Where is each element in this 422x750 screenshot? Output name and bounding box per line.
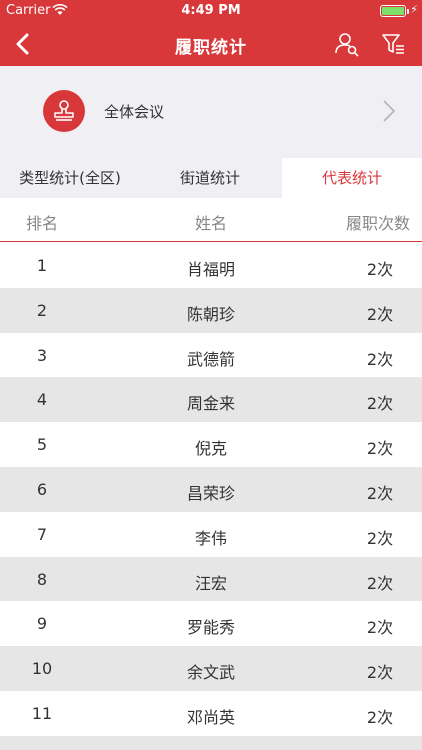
table-row[interactable]: 4 周金来 2次: [0, 377, 422, 423]
table-row[interactable]: 10 余文武 2次: [0, 646, 422, 691]
tab-street-stats[interactable]: 街道统计: [140, 158, 280, 198]
row-count: 2次: [366, 439, 394, 459]
table-row[interactable]: 11 邓尚英 2次: [0, 691, 422, 736]
tab-type-stats[interactable]: 类型统计(全区): [0, 158, 140, 198]
table-row[interactable]: 2 陈朝珍 2次: [0, 287, 422, 333]
row-count: 2次: [366, 618, 394, 638]
status-time: 4:49 PM: [181, 3, 241, 18]
table-header: 排名 姓名 履职次数: [0, 198, 422, 242]
stamp-icon: [43, 90, 85, 132]
row-count: 2次: [366, 260, 394, 279]
row-count: 2次: [366, 304, 394, 324]
row-count: 2次: [366, 394, 394, 414]
meeting-label: 全体会议: [104, 103, 165, 121]
table-row[interactable]: 9 罗能秀 2次: [0, 601, 422, 646]
table-row[interactable]: [0, 735, 422, 750]
battery-icon: [380, 5, 409, 17]
row-count: 2次: [366, 573, 394, 593]
header-count: 履职次数: [345, 214, 410, 233]
ranking-table: 1 肖福明 2次 2 陈朝珍 2次 3 武德箭 2次 4 周金来 2次 5 倪克…: [0, 243, 422, 750]
table-row[interactable]: 5 倪克 2次: [0, 422, 422, 467]
table-row[interactable]: 6 昌荣珍 2次: [0, 466, 422, 512]
nav-bar: 履职统计: [0, 22, 422, 66]
stats-tabs: 类型统计(全区) 街道统计 代表统计: [0, 158, 422, 198]
meeting-selector[interactable]: 全体会议: [0, 66, 422, 158]
table-row[interactable]: 1 肖福明 2次: [0, 243, 422, 288]
tab-representative-stats[interactable]: 代表统计: [282, 158, 422, 198]
table-row[interactable]: 3 武德箭 2次: [0, 333, 422, 378]
filter-icon[interactable]: [380, 31, 406, 57]
status-bar: Carrier 4:49 PM ⚡: [0, 0, 422, 22]
row-count: 2次: [366, 483, 394, 503]
table-row[interactable]: 7 李伟 2次: [0, 512, 422, 557]
chevron-right-icon: [383, 100, 396, 122]
row-count: 2次: [366, 663, 394, 683]
charging-bolt-icon: ⚡: [410, 3, 418, 16]
row-count: 2次: [366, 349, 394, 369]
row-count: 2次: [366, 528, 394, 548]
table-row[interactable]: 8 汪宏 2次: [0, 556, 422, 602]
person-search-icon[interactable]: [334, 31, 360, 57]
row-count: 2次: [366, 707, 394, 727]
